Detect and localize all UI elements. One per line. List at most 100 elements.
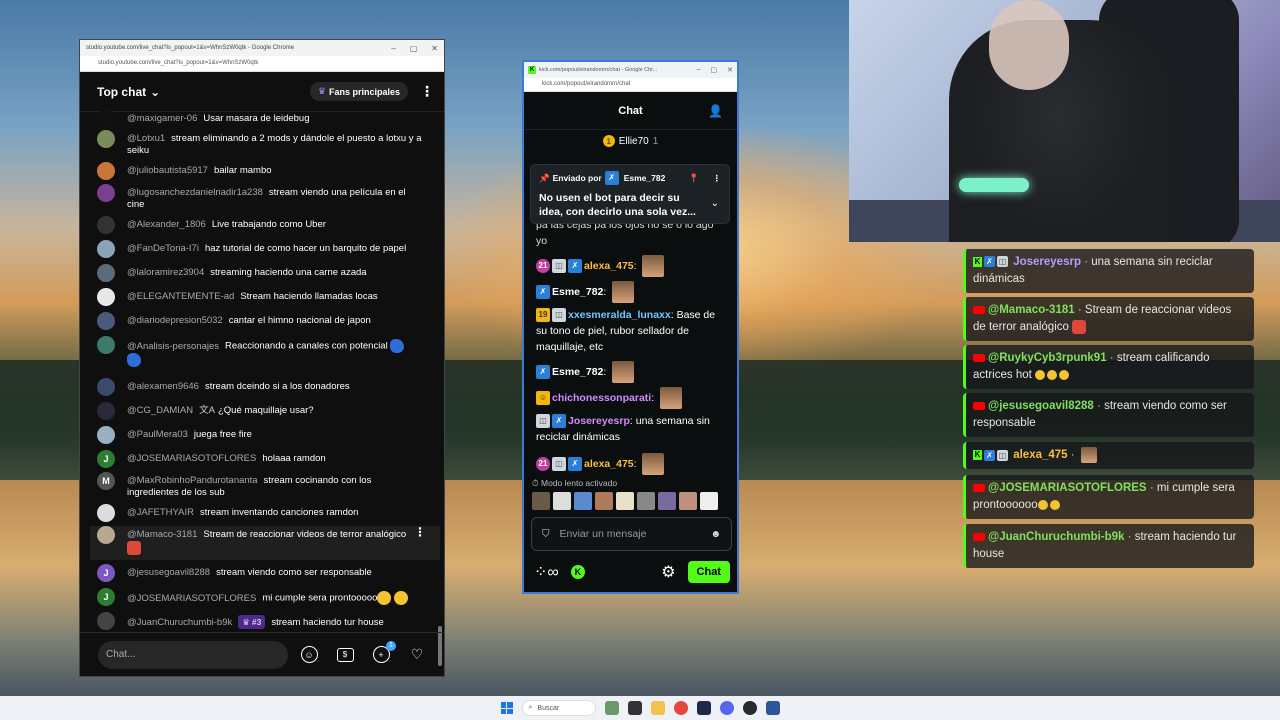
list-item[interactable]: J @jesusegoavil8288 stream viendo como se… (97, 564, 422, 582)
list-item[interactable]: @Analisis-personajes Reaccionando a canal… (97, 336, 422, 367)
message-author[interactable]: @jesusegoavil8288 (127, 567, 210, 578)
list-item[interactable]: M @MaxRobinhoPandurotananta stream cocina… (97, 472, 422, 499)
kick-chat-window[interactable]: K kick.com/popout/elrandomrn/chat - Goog… (522, 60, 739, 594)
emote-button[interactable] (658, 492, 676, 510)
task-view-icon[interactable] (627, 701, 642, 715)
kick-leaderboard[interactable]: 1 Ellie70 1 (524, 130, 737, 152)
list-item-hovered[interactable]: @Mamaco-3181 Stream de reaccionar videos … (90, 526, 440, 560)
avatar[interactable] (97, 240, 115, 258)
message-author[interactable]: @Lotxu1 (127, 133, 165, 144)
chevron-down-icon[interactable]: ⌄ (711, 198, 719, 209)
smiley-icon[interactable]: ☻ (710, 529, 721, 540)
list-item[interactable]: ◫ ✗ Josereyesrp: una semana sin reciclar d… (536, 413, 726, 445)
message-author[interactable]: @juliobautista5917 (127, 165, 208, 176)
message-author[interactable]: @lugosanchezdanielnadir1a238 (127, 187, 263, 198)
start-button[interactable] (500, 702, 513, 714)
avatar[interactable] (97, 526, 115, 544)
emoji-picker-button[interactable]: ☺ (300, 646, 318, 664)
avatar[interactable] (97, 312, 115, 330)
message-author[interactable]: @CG_DAMIAN (127, 405, 193, 416)
username[interactable]: alexa_475 (584, 458, 634, 470)
shield-icon[interactable]: ⛉ (542, 529, 550, 540)
add-button[interactable]: +1 (372, 640, 396, 664)
list-item[interactable]: @JAFETHYAIR stream inventando canciones r… (97, 504, 422, 522)
message-author[interactable]: @MaxRobinhoPandurotananta (127, 475, 258, 486)
list-item[interactable]: @PaulMera03 juega free fire (97, 426, 422, 444)
list-item[interactable]: @Alexander_1806 Live trabajando como Uber (97, 216, 422, 234)
avatar[interactable]: J (97, 564, 115, 582)
avatar[interactable] (97, 288, 115, 306)
avatar[interactable] (97, 426, 115, 444)
close-icon[interactable]: ✕ (431, 44, 438, 53)
youtube-chat-window[interactable]: studio.youtube.com/live_chat?is_popout=1… (79, 39, 445, 677)
emote-button[interactable] (595, 492, 613, 510)
kick-points-icon[interactable]: K (570, 565, 585, 579)
yt-window-controls[interactable]: – ▢ ✕ (391, 44, 438, 53)
chat-mode-dropdown[interactable]: Top chat ⌄ (97, 85, 160, 99)
pinned-user[interactable]: Esme_782 (624, 173, 666, 183)
list-item[interactable]: @JuanChuruchumbi-b9k ♛ #3 stream haciendo t… (97, 612, 422, 630)
message-author[interactable]: @laloramirez3904 (127, 267, 204, 278)
list-item[interactable]: @juliobautista5917 bailar mambo (97, 162, 422, 180)
emote-button[interactable] (679, 492, 697, 510)
message-author[interactable]: @JAFETHYAIR (127, 507, 194, 518)
send-chat-button[interactable]: Chat (687, 561, 730, 583)
list-item[interactable]: 21 ◫ ✗ alexa_475: (536, 255, 726, 277)
message-author[interactable]: @diariodepresion5032 (127, 315, 223, 326)
list-item[interactable]: @CG_DAMIAN 文A ¿Qué maquillaje usar? (97, 402, 422, 420)
file-explorer-icon[interactable] (650, 701, 665, 715)
word-icon[interactable] (765, 701, 780, 715)
avatar[interactable] (97, 130, 115, 148)
avatar[interactable] (97, 336, 115, 354)
avatar[interactable] (97, 216, 115, 234)
kick-window-titlebar[interactable]: K kick.com/popout/elrandomrn/chat - Goog… (524, 62, 737, 78)
username[interactable]: chichonessonparati (552, 392, 651, 404)
message-author[interactable]: @JOSEMARIASOTOFLORES (127, 593, 256, 604)
avatar[interactable] (97, 264, 115, 282)
avatar[interactable] (97, 162, 115, 180)
message-author[interactable]: @maxigamer-06 (127, 113, 197, 124)
list-item[interactable]: ✗ Esme_782: (536, 281, 726, 303)
message-options-icon[interactable]: ⋮ (414, 526, 426, 538)
super-chat-button[interactable]: $ (336, 646, 354, 664)
list-item[interactable]: @lugosanchezdanielnadir1a238 stream viend… (97, 184, 422, 211)
username[interactable]: Josereyesrp (568, 415, 630, 427)
widgets-icon[interactable] (604, 701, 619, 715)
avatar[interactable] (97, 184, 115, 202)
emote-button[interactable] (637, 492, 655, 510)
users-icon[interactable]: 👤 (708, 104, 723, 118)
list-item[interactable]: ✗ Esme_782: (536, 361, 726, 383)
list-item[interactable]: J @JOSEMARIASOTOFLORES mi cumple sera pro… (97, 588, 422, 606)
maximize-icon[interactable]: ▢ (410, 44, 418, 53)
unpin-icon[interactable]: 📍 (689, 173, 700, 184)
username[interactable]: Esme_782 (552, 366, 603, 378)
more-options-icon[interactable]: ⋮ (713, 173, 722, 184)
like-button[interactable]: ♡ (408, 646, 426, 664)
emote-button[interactable] (700, 492, 718, 510)
avatar[interactable] (97, 612, 115, 630)
kicks-infinity-icon[interactable]: ⁘∞ (534, 562, 559, 582)
emote-button[interactable] (532, 492, 550, 510)
list-item[interactable]: @alexamen9646 stream dceindo si a los don… (97, 378, 422, 396)
chrome-icon[interactable] (673, 701, 688, 715)
more-options-icon[interactable]: ⋮ (420, 83, 434, 100)
message-author[interactable]: @ELEGANTEMENTE-ad (127, 291, 234, 302)
gear-icon[interactable]: ⚙ (661, 562, 675, 582)
avatar[interactable]: M (97, 472, 115, 490)
maximize-icon[interactable]: ▢ (711, 66, 718, 74)
emote-button[interactable] (553, 492, 571, 510)
discord-icon[interactable] (719, 701, 734, 715)
message-author[interactable]: @JOSEMARIASOTOFLORES (127, 453, 256, 464)
kick-address-bar[interactable]: kick.com/popout/elrandomrn/chat (524, 78, 737, 92)
yt-scrollbar[interactable] (438, 114, 442, 670)
message-author[interactable]: @JuanChuruchumbi-b9k (127, 617, 232, 628)
fans-principales-button[interactable]: ♛ Fans principales (309, 82, 408, 101)
message-author[interactable]: @FanDeTona-I7i (127, 243, 199, 254)
message-author[interactable]: @Mamaco-3181 (127, 529, 197, 540)
list-item[interactable]: J @JOSEMARIASOTOFLORES holaaa ramdon (97, 450, 422, 468)
message-author[interactable]: @Analisis-personajes (127, 341, 219, 352)
list-item[interactable]: @laloramirez3904 streaming haciendo una c… (97, 264, 422, 282)
chat-input[interactable]: Chat... (98, 640, 288, 669)
leader-name[interactable]: Ellie70 (619, 136, 649, 147)
message-author[interactable]: @PaulMera03 (127, 429, 188, 440)
